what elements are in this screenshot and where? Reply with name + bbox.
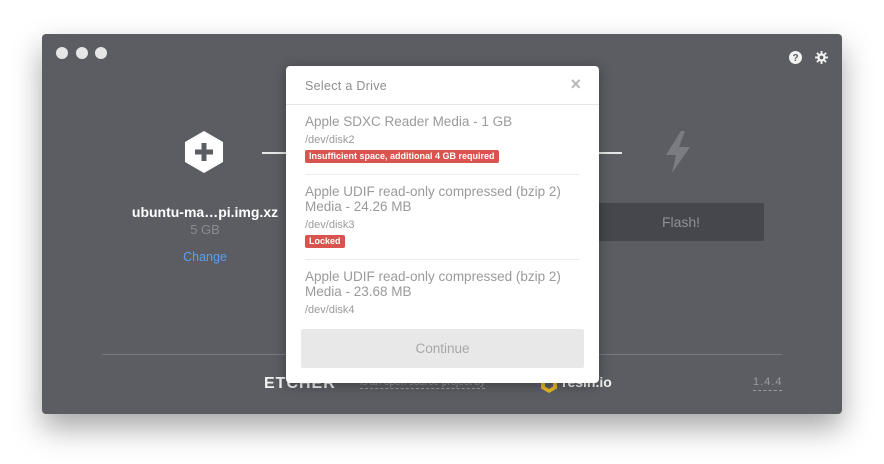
step-connector — [598, 152, 622, 154]
select-drive-modal: Select a Drive × Apple SDXC Reader Media… — [286, 66, 599, 383]
step-connector — [262, 152, 288, 154]
drive-path: /dev/disk2 — [305, 134, 355, 146]
drive-item[interactable]: Apple UDIF read-only compressed (bzip 2)… — [305, 260, 580, 315]
window-close-button[interactable] — [56, 47, 68, 59]
drive-name: Apple UDIF read-only compressed (bzip 2)… — [305, 184, 561, 214]
image-filename: ubuntu-ma…pi.img.xz — [131, 204, 279, 220]
drive-name: Apple SDXC Reader Media - 1 GB — [305, 114, 513, 129]
window-minimize-button[interactable] — [76, 47, 88, 59]
modal-title: Select a Drive — [305, 79, 388, 93]
svg-text:?: ? — [792, 53, 798, 64]
warning-badge: Insufficient space, additional 4 GB requ… — [305, 150, 499, 163]
modal-header: Select a Drive × — [286, 66, 599, 105]
drive-path: /dev/disk3 — [305, 219, 355, 231]
window-zoom-button[interactable] — [95, 47, 107, 59]
gear-icon[interactable] — [815, 51, 828, 64]
version-label[interactable]: 1.4.4 — [753, 376, 783, 391]
flash-button[interactable]: Flash! — [598, 203, 764, 241]
close-icon[interactable]: × — [570, 74, 581, 95]
select-image-button[interactable] — [183, 130, 225, 174]
locked-badge: Locked — [305, 235, 345, 248]
drive-list[interactable]: Apple SDXC Reader Media - 1 GB /dev/disk… — [286, 105, 599, 315]
image-size: 5 GB — [190, 222, 220, 237]
continue-button[interactable]: Continue — [301, 329, 584, 368]
drive-item[interactable]: Apple SDXC Reader Media - 1 GB /dev/disk… — [305, 105, 580, 175]
drive-item[interactable]: Apple UDIF read-only compressed (bzip 2)… — [305, 175, 580, 260]
drive-name: Apple UDIF read-only compressed (bzip 2)… — [305, 269, 561, 299]
help-icon[interactable]: ? — [789, 51, 802, 64]
drive-path: /dev/disk4 — [305, 304, 355, 315]
change-image-link[interactable]: Change — [122, 250, 288, 264]
lightning-bolt-icon — [666, 131, 690, 173]
